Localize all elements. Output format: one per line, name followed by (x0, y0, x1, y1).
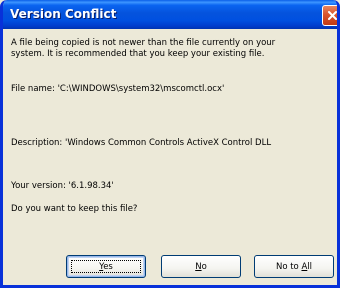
close-icon (327, 10, 337, 21)
no-to-all-prefix: No to (275, 261, 302, 272)
close-button[interactable] (322, 5, 337, 26)
yes-button-label: Yes (99, 262, 113, 272)
your-version-text: Your version: '6.1.98.34' (11, 181, 114, 191)
dialog-title: Version Conflict (10, 7, 117, 21)
no-to-all-button[interactable]: No to All (254, 255, 334, 278)
yes-label-rest: es (103, 261, 113, 272)
keep-file-question: Do you want to keep this file? (11, 204, 138, 214)
no-to-all-label-rest: ll (307, 261, 313, 272)
description-text: Description: 'Windows Common Controls Ac… (11, 138, 272, 148)
title-bar[interactable]: Version Conflict (3, 0, 337, 29)
no-label-rest: o (201, 261, 207, 272)
message-line-2: system. It is recommended that you keep … (11, 49, 265, 59)
no-button-label: No (195, 262, 207, 272)
version-conflict-dialog: Version Conflict A file being copied is … (0, 0, 340, 288)
message-line-1: A file being copied is not newer than th… (11, 38, 276, 48)
yes-button[interactable]: Yes (66, 255, 146, 278)
file-name-text: File name: 'C:\WINDOWS\system32\mscomctl… (11, 84, 225, 94)
no-to-all-button-label: No to All (276, 262, 312, 272)
no-button[interactable]: No (161, 255, 241, 278)
